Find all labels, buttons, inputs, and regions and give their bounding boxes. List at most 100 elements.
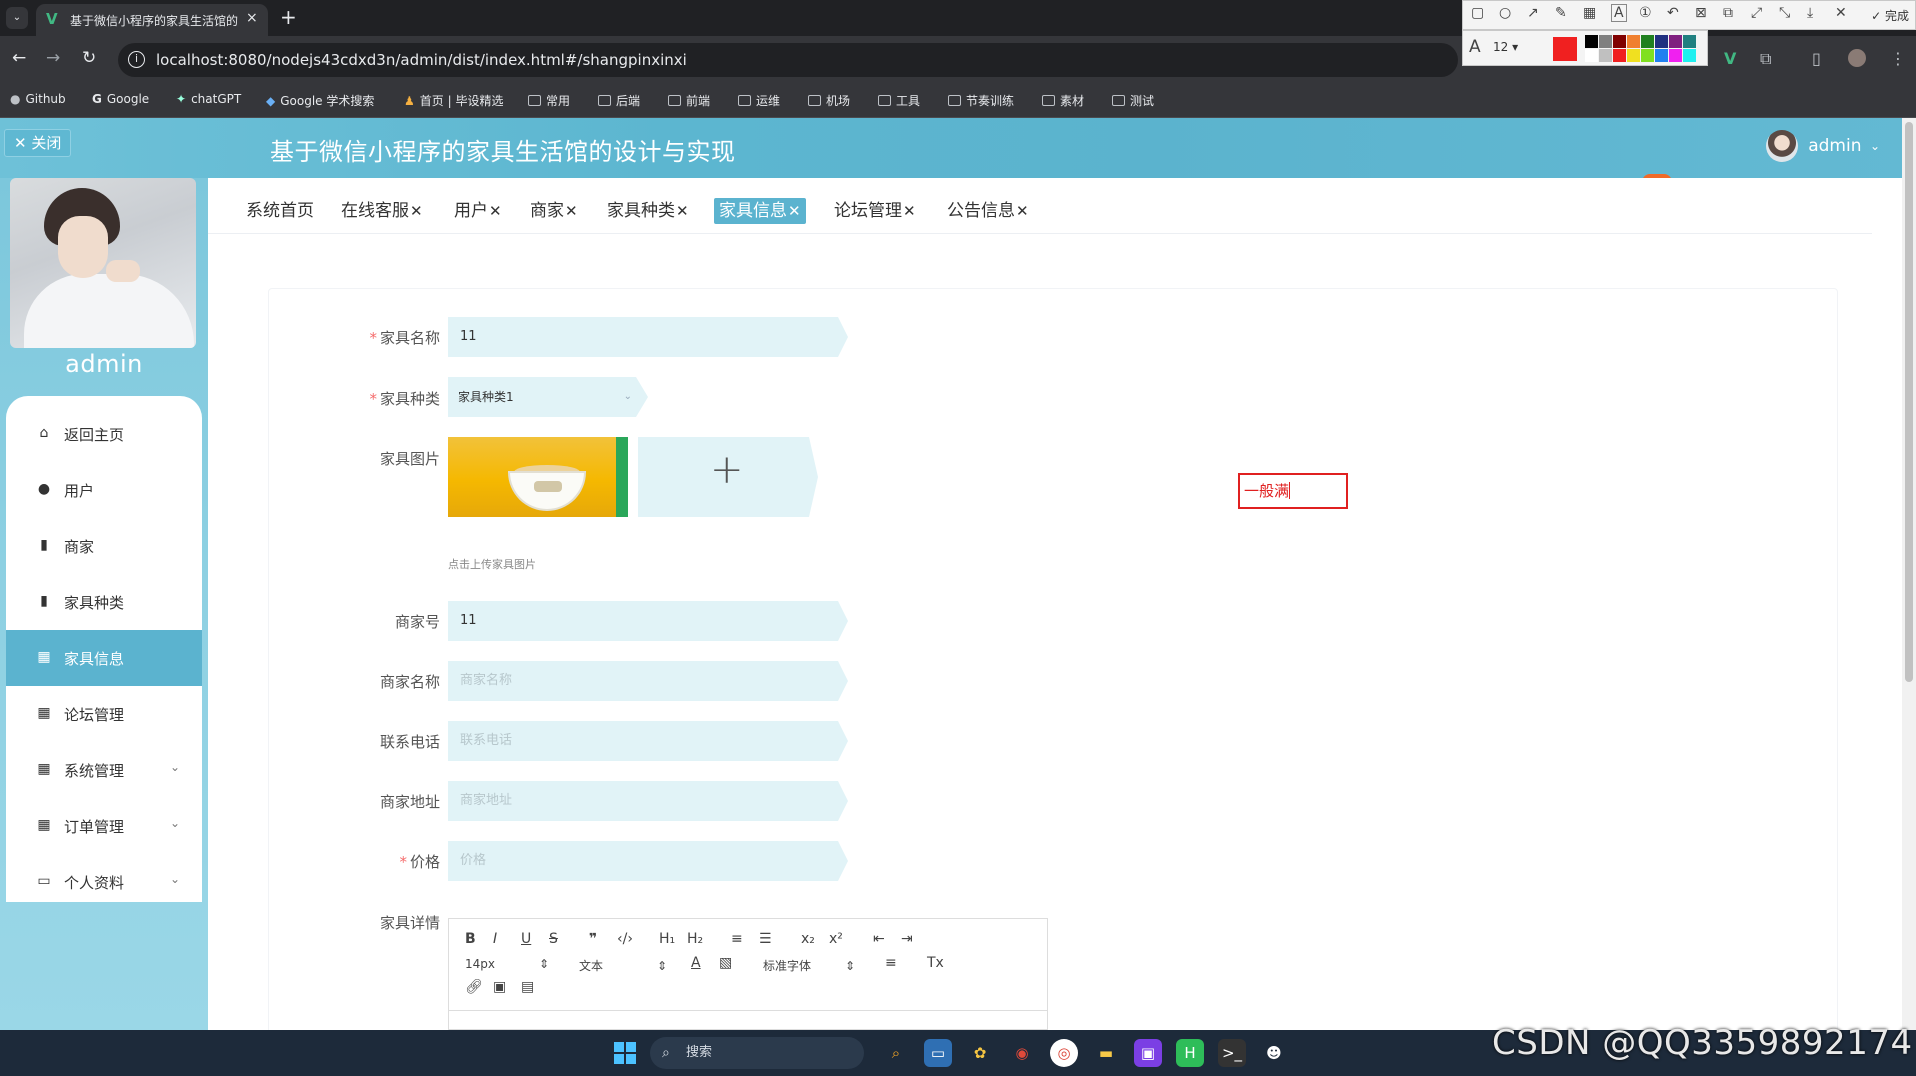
video-icon[interactable]: ▤	[521, 979, 534, 995]
sidebar-item-home[interactable]: ⌂ 返回主页	[6, 406, 202, 462]
close-icon[interactable]: ✕	[903, 202, 916, 220]
close-icon[interactable]: ✕	[788, 202, 801, 220]
tag-forum[interactable]: 论坛管理✕	[829, 198, 921, 224]
subscript-icon[interactable]: x₂	[801, 931, 815, 947]
qq-icon[interactable]: ☻	[1260, 1039, 1288, 1067]
color-swatch[interactable]	[1613, 35, 1626, 48]
color-swatch[interactable]	[1683, 35, 1696, 48]
copy-icon[interactable]: ⧉	[1723, 5, 1733, 21]
font-size-select[interactable]: 14px ⇕	[465, 957, 549, 971]
color-swatch[interactable]	[1627, 49, 1640, 62]
merchant-name-input[interactable]: 商家名称	[448, 661, 848, 701]
bullet-list-icon[interactable]: ☰	[759, 931, 772, 947]
bookmark-bishe[interactable]: ♟ 首页 | 毕设精选	[404, 92, 503, 109]
align-icon[interactable]: ≡	[885, 955, 897, 971]
clear-format-icon[interactable]: Tx	[927, 955, 944, 971]
scrollbar-thumb[interactable]	[1905, 122, 1913, 682]
image-icon[interactable]: ▣	[493, 979, 506, 995]
price-input[interactable]: 价格	[448, 841, 848, 881]
tag-merchants[interactable]: 商家✕	[525, 198, 583, 224]
back-icon[interactable]: ←	[12, 48, 26, 68]
sidebar-item-forum[interactable]: ▦ 论坛管理	[6, 686, 202, 742]
number-tool-icon[interactable]: ①	[1639, 5, 1652, 21]
phone-input[interactable]: 联系电话	[448, 721, 848, 761]
ordered-list-icon[interactable]: ≡	[731, 931, 743, 947]
color-swatch[interactable]	[1683, 49, 1696, 62]
mosaic-tool-icon[interactable]: ▦	[1583, 5, 1596, 21]
background-color-icon[interactable]: ▧	[719, 955, 732, 971]
remote-desktop-icon[interactable]: ▭	[924, 1039, 952, 1067]
close-icon[interactable]: ✕	[1016, 202, 1029, 220]
bookmark-folder-rhythm[interactable]: 节奏训练	[948, 92, 1014, 109]
color-swatch[interactable]	[1613, 49, 1626, 62]
color-swatch[interactable]	[1585, 35, 1598, 48]
header2-icon[interactable]: H₂	[687, 931, 703, 947]
tag-online-service[interactable]: 在线客服✕	[336, 198, 428, 224]
forward-icon[interactable]: →	[46, 48, 60, 68]
bookmark-folder-assets[interactable]: 素材	[1042, 92, 1084, 109]
bookmark-folder-frontend[interactable]: 前端	[668, 92, 710, 109]
page-scrollbar[interactable]	[1902, 118, 1916, 1030]
chrome-icon[interactable]: ◎	[1050, 1039, 1078, 1067]
arrow-tool-icon[interactable]: ↗	[1527, 5, 1539, 21]
font-family-select[interactable]: 标准字体 ⇕	[763, 957, 855, 974]
color-swatch[interactable]	[1669, 35, 1682, 48]
current-color-swatch[interactable]	[1553, 37, 1577, 61]
tab-search-button[interactable]: ⌄	[6, 7, 28, 29]
bookmark-folder-ops[interactable]: 运维	[738, 92, 780, 109]
code-block-icon[interactable]: ‹/›	[617, 931, 633, 947]
underline-icon[interactable]: U	[521, 931, 531, 947]
color-swatch[interactable]	[1655, 35, 1668, 48]
cancel-icon[interactable]: ✕	[1835, 5, 1847, 21]
bookmark-chatgpt[interactable]: ✦ chatGPT	[176, 92, 241, 106]
bookmark-google[interactable]: G Google	[92, 92, 149, 106]
done-button[interactable]: ✓ 完成	[1871, 7, 1909, 24]
sidebar-item-merchants[interactable]: ▮ 商家	[6, 518, 202, 574]
menu-dots-icon[interactable]: ⋮	[1890, 49, 1906, 68]
file-explorer-icon[interactable]: ▬	[1092, 1039, 1120, 1067]
bookmark-folder-backend[interactable]: 后端	[598, 92, 640, 109]
address-input[interactable]: 商家地址	[448, 781, 848, 821]
new-tab-button[interactable]: +	[280, 5, 297, 29]
address-bar[interactable]: i localhost:8080/nodejs43cdxd3n/admin/di…	[118, 43, 1458, 77]
indent-icon[interactable]: ⇥	[901, 931, 913, 947]
sidebar-item-profile[interactable]: ▭ 个人资料 ⌄	[6, 854, 202, 910]
blockquote-icon[interactable]: ❞	[589, 931, 597, 947]
furniture-type-select[interactable]: 家具种类1 ⌄	[448, 377, 648, 417]
color-swatch[interactable]	[1655, 49, 1668, 62]
annotation-text-box[interactable]: 一般满	[1238, 473, 1348, 509]
close-icon[interactable]: ✕	[410, 202, 423, 220]
bookmark-folder-tools[interactable]: 工具	[878, 92, 920, 109]
sidebar-item-furniture-info[interactable]: ▦ 家具信息	[6, 630, 202, 686]
terminal-icon[interactable]: >_	[1218, 1039, 1246, 1067]
close-icon[interactable]: ✕	[489, 202, 502, 220]
color-swatch[interactable]	[1627, 35, 1640, 48]
pin-icon[interactable]: ⊠	[1695, 5, 1707, 21]
extensions-icon[interactable]: ⧉	[1760, 49, 1771, 69]
ocr-icon[interactable]: ⤡	[1779, 5, 1790, 21]
weibo-icon[interactable]: ◉	[1008, 1039, 1036, 1067]
bookmark-scholar[interactable]: ◆ Google 学术搜索	[266, 92, 374, 109]
paragraph-select[interactable]: 文本 ⇕	[579, 957, 667, 974]
outdent-icon[interactable]: ⇤	[873, 931, 885, 947]
reload-icon[interactable]: ↻	[82, 48, 96, 68]
color-swatch[interactable]	[1669, 49, 1682, 62]
color-swatch[interactable]	[1641, 49, 1654, 62]
windows-start-icon[interactable]	[614, 1042, 636, 1064]
upload-image-button[interactable]: +	[638, 437, 818, 517]
taskbar-search[interactable]: ⌕ 搜索	[650, 1037, 864, 1069]
italic-icon[interactable]: I	[493, 931, 497, 947]
link-icon[interactable]: 🔗︎	[465, 979, 483, 995]
side-panel-icon[interactable]: ▯	[1812, 49, 1821, 68]
color-swatch[interactable]	[1599, 49, 1612, 62]
tag-home[interactable]: 系统首页	[241, 198, 319, 224]
text-tool-icon[interactable]: A	[1611, 4, 1627, 22]
jetbrains-icon[interactable]: ▣	[1134, 1039, 1162, 1067]
resize-icon[interactable]: ⤢	[1751, 5, 1762, 21]
bookmark-github[interactable]: ● Github	[10, 92, 66, 106]
text-color-icon[interactable]: A	[691, 955, 701, 971]
sidebar-item-system[interactable]: ▦ 系统管理 ⌄	[6, 742, 202, 798]
download-icon[interactable]: ⤓	[1807, 5, 1813, 21]
baidu-netdisk-icon[interactable]: ✿	[966, 1039, 994, 1067]
tag-announcements[interactable]: 公告信息✕	[942, 198, 1034, 224]
